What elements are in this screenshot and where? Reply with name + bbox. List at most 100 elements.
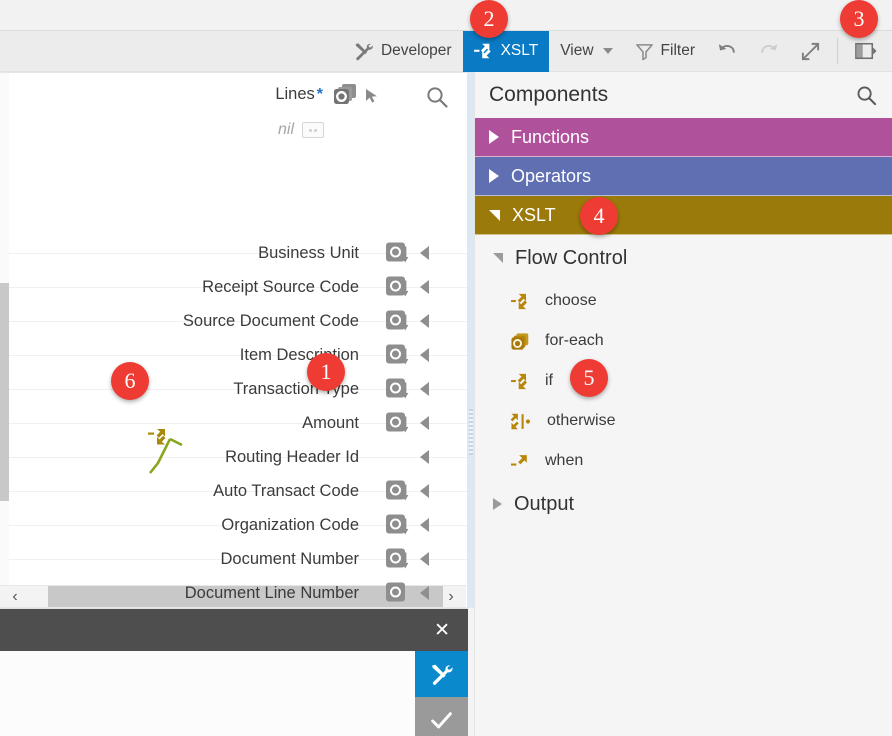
expand-button[interactable] [790,31,831,72]
components-search-button[interactable] [855,84,878,107]
output-group[interactable]: Output [475,481,892,527]
undo-button[interactable] [706,31,748,72]
field-row[interactable]: Routing Header Id [0,440,467,474]
chevron-down-icon [489,209,500,221]
functions-category[interactable]: Functions [475,118,892,157]
components-header: Components [475,72,892,118]
field-expand-arrow[interactable] [420,450,429,464]
flow-control-group[interactable]: Flow Control [475,235,892,281]
view-label: View [560,42,594,60]
if-label: if [545,372,553,389]
nil-node[interactable]: nil [278,121,324,139]
components-panel: Components Functions Operators XSLT Flow… [474,72,892,736]
tools-button[interactable] [415,651,468,697]
top-strip [0,0,892,31]
callout-badge-2: 2 [470,0,508,38]
when-component[interactable]: when [475,441,892,481]
for-each-component[interactable]: for-each [475,321,892,361]
field-node-icon[interactable] [386,412,409,434]
field-icons [386,378,409,400]
field-node-icon[interactable] [386,514,409,536]
view-menu-button[interactable]: View [549,31,623,72]
field-row[interactable]: Organization Code [0,508,467,542]
field-node-icon[interactable] [386,378,409,400]
when-icon [511,452,531,471]
field-icons [386,548,409,570]
field-label: Receipt Source Code [202,277,359,296]
undo-icon [716,41,738,61]
for-each-label: for-each [545,332,604,349]
developer-button[interactable]: Developer [342,31,463,72]
field-node-icon[interactable] [386,344,409,366]
if-node-on-canvas[interactable] [148,429,204,487]
nil-attribute-icon [302,122,324,138]
for-each-icon [511,332,531,351]
field-row[interactable]: Amount [0,406,467,440]
toggle-panel-icon [854,41,877,61]
field-icons [386,582,407,604]
field-row[interactable]: Transaction Type [0,372,467,406]
funnel-icon [635,42,654,61]
operators-category[interactable]: Operators [475,157,892,196]
choose-component[interactable]: choose [475,281,892,321]
field-label: Auto Transact Code [213,481,359,500]
field-expand-arrow[interactable] [420,518,429,532]
field-expand-arrow[interactable] [420,280,429,294]
descend-arrow-icon [402,416,409,433]
field-row[interactable]: Source Document Code [0,304,467,338]
descend-arrow-icon [402,518,409,535]
field-node-icon[interactable] [386,548,409,570]
operators-label: Operators [511,165,592,186]
field-expand-arrow[interactable] [420,246,429,260]
xslt-category[interactable]: XSLT [475,196,892,235]
otherwise-label: otherwise [547,412,616,429]
field-expand-arrow[interactable] [420,348,429,362]
developer-label: Developer [380,42,452,60]
field-expand-arrow[interactable] [420,314,429,328]
field-row[interactable]: Receipt Source Code [0,270,467,304]
splitter-grip[interactable] [469,409,473,455]
repeating-node-icon [333,83,359,105]
tools-icon [353,41,374,62]
field-node-icon[interactable] [386,480,409,502]
lines-root-node[interactable]: Lines * [275,83,359,105]
field-row[interactable]: Business Unit [0,236,467,270]
expression-editor-toolbar [415,651,468,736]
field-label: Organization Code [221,515,359,534]
field-expand-arrow[interactable] [420,586,429,600]
if-component[interactable]: if [475,361,892,401]
scroll-left-button[interactable]: ‹ [0,586,30,608]
validate-button[interactable] [415,697,468,736]
otherwise-component[interactable]: otherwise [475,401,892,441]
output-label: Output [514,492,575,515]
canvas-search-button[interactable] [425,85,449,109]
field-node-icon[interactable] [386,276,409,298]
field-expand-arrow[interactable] [420,552,429,566]
field-icons [386,344,409,366]
application-window: Developer XSLT View Filter Lines * nil B… [0,0,892,736]
field-label: Source Document Code [182,311,359,330]
field-row[interactable]: Item Description [0,338,467,372]
field-node-icon[interactable] [386,242,409,264]
field-row[interactable]: Document Number [0,542,467,576]
close-icon[interactable]: ✕ [434,621,450,640]
callout-badge-5: 5 [570,359,608,397]
field-icons [386,480,409,502]
xslt-toolbar-button[interactable]: XSLT [462,30,550,72]
field-icons [386,242,409,264]
if-icon [511,372,531,391]
expression-editor-header: ✕ [0,609,468,651]
components-title: Components [489,83,609,106]
field-node-icon[interactable] [386,310,409,332]
field-expand-arrow[interactable] [420,416,429,430]
redo-button[interactable] [748,31,790,72]
field-row[interactable]: Auto Transact Code [0,474,467,508]
field-node-icon[interactable] [386,582,407,604]
expression-editor-body[interactable] [0,651,415,736]
filter-label: Filter [660,42,695,60]
descend-arrow-icon [402,484,409,501]
field-expand-arrow[interactable] [420,484,429,498]
field-label: Routing Header Id [225,447,359,466]
filter-button[interactable]: Filter [624,31,706,72]
field-expand-arrow[interactable] [420,382,429,396]
